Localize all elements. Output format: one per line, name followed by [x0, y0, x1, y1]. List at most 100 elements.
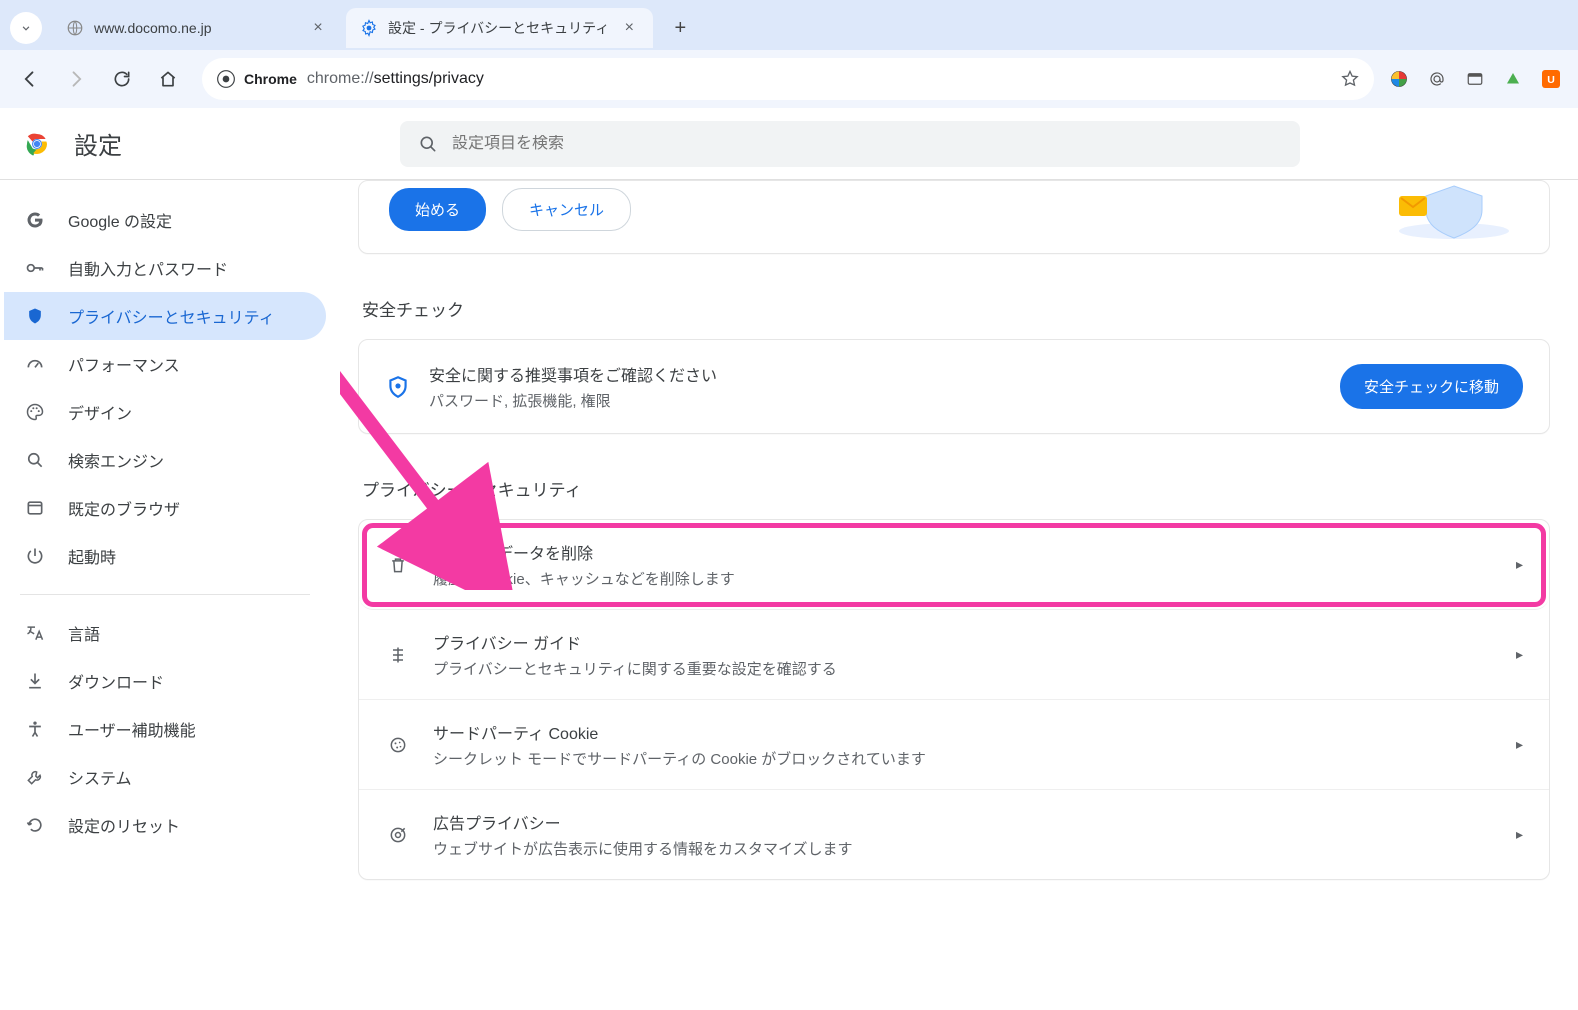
arrow-left-icon: [20, 69, 40, 89]
row-privacy-guide[interactable]: プライバシー ガイドプライバシーとセキュリティに関する重要な設定を確認する ▸: [359, 610, 1549, 700]
sidebar-item-system[interactable]: システム: [4, 753, 326, 801]
row-title: プライバシー ガイド: [433, 630, 837, 654]
row-subtitle: ウェブサイトが広告表示に使用する情報をカスタマイズします: [433, 838, 853, 859]
sidebar-label: プライバシーとセキュリティ: [68, 304, 275, 328]
sidebar-item-reset[interactable]: 設定のリセット: [4, 801, 326, 849]
reload-button[interactable]: [102, 59, 142, 99]
sidebar: Google の設定 自動入力とパスワード プライバシーとセキュリティ パフォー…: [0, 180, 340, 1010]
sidebar-item-privacy[interactable]: プライバシーとセキュリティ: [4, 292, 326, 340]
tab-docomo[interactable]: www.docomo.ne.jp ×: [52, 8, 342, 48]
trash-icon: [385, 555, 411, 575]
browser-toolbar: Chrome chrome://settings/privacy U: [0, 50, 1578, 108]
address-bar[interactable]: Chrome chrome://settings/privacy: [202, 58, 1374, 100]
chevron-right-icon: ▸: [1516, 736, 1523, 753]
sidebar-label: 既定のブラウザ: [68, 496, 180, 520]
arrow-right-icon: [66, 69, 86, 89]
sidebar-label: 起動時: [68, 544, 116, 568]
sidebar-item-default-browser[interactable]: 既定のブラウザ: [4, 484, 326, 532]
chevron-right-icon: ▸: [1516, 826, 1523, 843]
gear-icon: [360, 19, 378, 37]
privacy-list-card: 閲覧履歴データを削除履歴、Cookie、キャッシュなどを削除します ▸ プライバ…: [358, 519, 1550, 880]
settings-search-box[interactable]: [400, 121, 1300, 167]
reset-icon: [24, 815, 46, 835]
privacy-guide-promo-card: 始める キャンセル: [358, 180, 1550, 254]
url-text: chrome://settings/privacy: [307, 70, 484, 88]
safety-section-title: 安全チェック: [362, 296, 1550, 321]
sidebar-label: 言語: [68, 621, 100, 645]
download-icon: [24, 671, 46, 691]
forward-button[interactable]: [56, 59, 96, 99]
sidebar-label: Google の設定: [68, 208, 172, 232]
extension-icons: U: [1388, 68, 1568, 90]
page-title: 設定: [74, 126, 122, 161]
chrome-icon: [216, 69, 236, 89]
row-clear-browsing-data[interactable]: 閲覧履歴データを削除履歴、Cookie、キャッシュなどを削除します ▸: [359, 520, 1549, 610]
google-g-icon: [24, 210, 46, 230]
sidebar-separator: [20, 594, 310, 595]
bookmark-star-button[interactable]: [1340, 69, 1360, 89]
search-icon: [24, 450, 46, 470]
settings-search-input[interactable]: [452, 135, 1282, 153]
search-icon: [418, 134, 438, 154]
row-title: 閲覧履歴データを削除: [433, 540, 735, 564]
tab-title: 設定 - プライバシーとセキュリティ: [388, 18, 609, 38]
extension-colorwheel[interactable]: [1388, 68, 1410, 90]
chevron-right-icon: ▸: [1516, 556, 1523, 573]
tab-settings[interactable]: 設定 - プライバシーとセキュリティ ×: [346, 8, 653, 48]
sidebar-label: 設定のリセット: [68, 813, 180, 837]
shield-icon: [24, 306, 46, 326]
sidebar-item-performance[interactable]: パフォーマンス: [4, 340, 326, 388]
sidebar-label: 自動入力とパスワード: [68, 256, 228, 280]
shield-icon: [385, 374, 411, 400]
key-icon: [24, 258, 46, 278]
star-icon: [1340, 69, 1360, 89]
promo-illustration: [1359, 181, 1519, 231]
row-ad-privacy[interactable]: 広告プライバシーウェブサイトが広告表示に使用する情報をカスタマイズします ▸: [359, 790, 1549, 879]
globe-icon: [66, 19, 84, 37]
extension-u[interactable]: U: [1540, 68, 1562, 90]
sidebar-item-autofill[interactable]: 自動入力とパスワード: [4, 244, 326, 292]
home-button[interactable]: [148, 59, 188, 99]
ad-privacy-icon: [385, 825, 411, 845]
tabs-menu-button[interactable]: [10, 12, 42, 44]
palette-icon: [24, 402, 46, 422]
tab-close-button[interactable]: ×: [619, 19, 639, 37]
chrome-label: Chrome: [244, 71, 297, 87]
back-button[interactable]: [10, 59, 50, 99]
safety-check-card: 安全に関する推奨事項をご確認ください パスワード, 拡張機能, 権限 安全チェッ…: [358, 339, 1550, 434]
translate-icon: [24, 623, 46, 643]
extension-screenshot[interactable]: [1464, 68, 1486, 90]
sidebar-label: システム: [68, 765, 132, 789]
promo-start-button[interactable]: 始める: [389, 188, 486, 231]
new-tab-button[interactable]: +: [663, 11, 697, 45]
cookie-icon: [385, 735, 411, 755]
sidebar-item-language[interactable]: 言語: [4, 609, 326, 657]
extension-at[interactable]: [1426, 68, 1448, 90]
sidebar-item-downloads[interactable]: ダウンロード: [4, 657, 326, 705]
settings-content: 始める キャンセル 安全チェック 安全に関する推奨事項をご確認ください パスワー…: [340, 180, 1578, 1010]
sidebar-item-search-engine[interactable]: 検索エンジン: [4, 436, 326, 484]
chrome-logo-icon: [22, 129, 52, 159]
svg-text:U: U: [1547, 74, 1555, 86]
tab-close-button[interactable]: ×: [308, 19, 328, 37]
speedometer-icon: [24, 354, 46, 374]
chevron-down-icon: [19, 21, 33, 35]
row-subtitle: 履歴、Cookie、キャッシュなどを削除します: [433, 568, 735, 589]
row-title: 広告プライバシー: [433, 810, 853, 834]
reload-icon: [112, 69, 132, 89]
chevron-right-icon: ▸: [1516, 646, 1523, 663]
row-third-party-cookies[interactable]: サードパーティ Cookieシークレット モードでサードパーティの Cookie…: [359, 700, 1549, 790]
safety-subtitle: パスワード, 拡張機能, 権限: [429, 390, 717, 411]
sidebar-label: ダウンロード: [68, 669, 164, 693]
extension-triangle[interactable]: [1502, 68, 1524, 90]
promo-cancel-button[interactable]: キャンセル: [502, 188, 631, 231]
sidebar-label: パフォーマンス: [68, 352, 180, 376]
safety-check-button[interactable]: 安全チェックに移動: [1340, 364, 1523, 409]
tab-title: www.docomo.ne.jp: [94, 20, 298, 36]
sidebar-item-accessibility[interactable]: ユーザー補助機能: [4, 705, 326, 753]
sidebar-item-design[interactable]: デザイン: [4, 388, 326, 436]
sidebar-item-google[interactable]: Google の設定: [4, 196, 326, 244]
sidebar-item-on-startup[interactable]: 起動時: [4, 532, 326, 580]
sidebar-label: 検索エンジン: [68, 448, 164, 472]
power-icon: [24, 546, 46, 566]
